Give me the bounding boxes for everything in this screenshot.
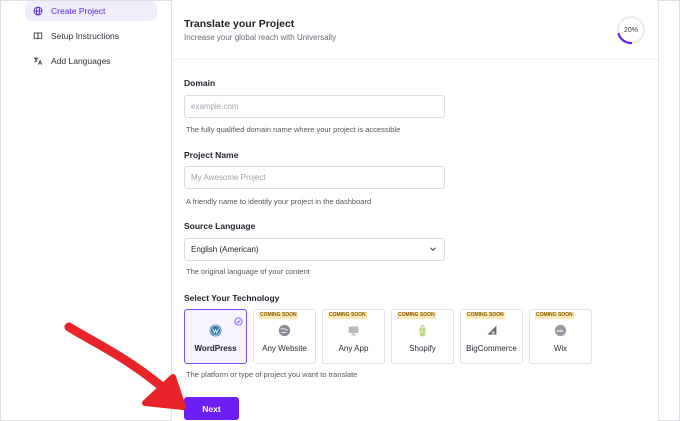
source-language-value: English (American) [191, 245, 259, 254]
svg-text:wix: wix [556, 328, 564, 333]
progress-ring: 20% [616, 15, 646, 45]
tech-option-any-app[interactable]: COMING SOON Any App [322, 309, 385, 364]
sidebar-item-setup-instructions[interactable]: Setup Instructions [25, 24, 157, 48]
tech-option-label: Any App [338, 344, 369, 353]
coming-soon-badge: COMING SOON [397, 312, 436, 319]
sidebar-item-add-languages[interactable]: Add Languages [25, 49, 157, 73]
tech-option-wordpress[interactable]: WordPress [184, 309, 247, 364]
coming-soon-badge: COMING SOON [328, 312, 367, 319]
domain-input[interactable]: example.com [184, 95, 445, 118]
tech-option-label: BigCommerce [466, 344, 517, 353]
check-circle-icon [234, 313, 243, 326]
progress-percent: 20% [623, 26, 638, 34]
translate-icon [33, 56, 43, 66]
domain-label: Domain [184, 78, 216, 88]
tech-option-wix[interactable]: COMING SOON wix Wix [529, 309, 592, 364]
sidebar: Create Project Setup Instructions Add La… [25, 1, 157, 74]
tech-option-label: WordPress [194, 344, 237, 353]
book-icon [33, 31, 43, 41]
tech-option-shopify[interactable]: COMING SOON Shopify [391, 309, 454, 364]
globe-icon [33, 6, 43, 16]
tech-option-label: Any Website [262, 344, 307, 353]
monitor-icon [347, 324, 360, 337]
sidebar-item-create-project[interactable]: Create Project [25, 1, 157, 21]
wix-icon: wix [554, 324, 567, 337]
project-name-help: A friendly name to identify your project… [186, 197, 372, 206]
svg-text:B: B [492, 330, 495, 335]
tech-option-label: Shopify [409, 344, 436, 353]
next-button[interactable]: Next [184, 397, 239, 420]
source-language-label: Source Language [184, 221, 256, 231]
card-header: Translate your Project Increase your glo… [172, 0, 658, 60]
bigcommerce-icon: B [485, 324, 498, 337]
sidebar-item-label: Setup Instructions [51, 31, 120, 41]
source-language-select[interactable]: English (American) [184, 238, 445, 261]
app-frame: Create Project Setup Instructions Add La… [0, 0, 680, 421]
domain-placeholder: example.com [191, 102, 239, 111]
coming-soon-badge: COMING SOON [535, 312, 574, 319]
page-subtitle: Increase your global reach with Universa… [184, 33, 337, 42]
coming-soon-badge: COMING SOON [466, 312, 505, 319]
source-language-help: The original language of your content [186, 267, 310, 276]
domain-help: The fully qualified domain name where yo… [186, 125, 401, 134]
sidebar-item-label: Add Languages [51, 56, 111, 66]
tech-option-any-website[interactable]: COMING SOON Any Website [253, 309, 316, 364]
project-name-placeholder: My Awesome Project [191, 173, 266, 182]
tech-option-bigcommerce[interactable]: COMING SOON B BigCommerce [460, 309, 523, 364]
wordpress-icon [209, 324, 222, 337]
page-title: Translate your Project [184, 18, 295, 30]
coming-soon-badge: COMING SOON [259, 312, 298, 319]
technology-help: The platform or type of project you want… [186, 370, 358, 379]
technology-options: WordPress COMING SOON Any Website COMING… [184, 309, 592, 364]
globe-icon [278, 324, 291, 337]
project-name-label: Project Name [184, 150, 239, 160]
tech-option-label: Wix [553, 344, 568, 353]
shopify-bag-icon [416, 324, 429, 337]
technology-label: Select Your Technology [184, 293, 280, 303]
project-name-input[interactable]: My Awesome Project [184, 166, 445, 189]
chevron-down-icon [428, 244, 438, 256]
create-project-card: Translate your Project Increase your glo… [171, 0, 659, 421]
sidebar-item-label: Create Project [51, 6, 106, 16]
